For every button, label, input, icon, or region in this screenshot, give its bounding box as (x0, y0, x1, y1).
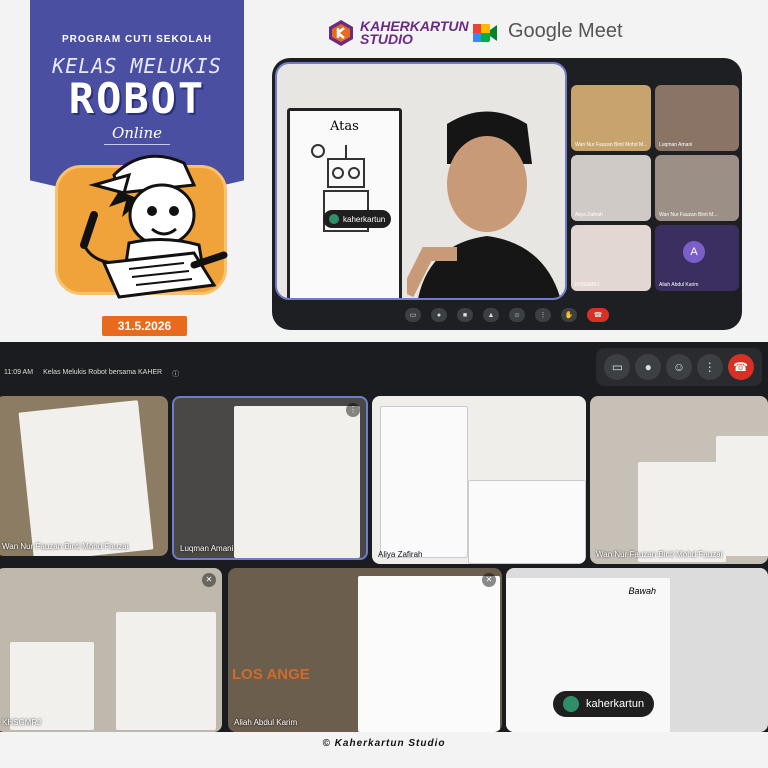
kaherkartun-logo-icon (329, 20, 353, 46)
host-name-label: kaherkartun (323, 210, 392, 228)
participant-tile[interactable]: Wan Nur Fauzan Binti Mohd M... (571, 85, 651, 151)
participant-tile[interactable]: Wan Nur Fauzan Binti Mohd Fauzai (590, 396, 768, 564)
brand-name: KAHERKARTUN STUDIO (360, 19, 469, 47)
info-icon[interactable]: ⓘ (172, 369, 179, 379)
camera-icon[interactable]: ■ (457, 308, 473, 322)
participant-tile[interactable]: LOS ANGE ✕ Aliah Abdul Karim (228, 568, 502, 732)
participant-name: Aliah Abdul Karim (659, 282, 699, 288)
meet-screenshot-bottom: 11:09 AM Kelas Melukis Robot bersama KAH… (0, 342, 768, 732)
participant-name: Luqman Amani (180, 544, 234, 553)
drawing-paper (468, 480, 586, 564)
drawing-paper (638, 462, 726, 562)
meet-control-bar: ▭ ● ■ ▲ ☺ ⋮ ✋ ☎ (272, 300, 742, 330)
emoji-icon[interactable]: ☺ (665, 354, 692, 380)
participant-name: Wan Nur Fauzan Binti Mohd Fauzai (596, 550, 723, 559)
participant-tile[interactable]: Aliya Zafirah (372, 396, 586, 564)
speaking-indicator-icon (563, 696, 579, 712)
poster-program: PROGRAM CUTI SEKOLAH (62, 34, 212, 45)
end-call-icon[interactable]: ☎ (727, 354, 754, 380)
shirt-text: LOS ANGE (232, 666, 310, 683)
mic-off-icon: ✕ (482, 573, 496, 587)
participant-name: Aliya Zafirah (575, 212, 603, 218)
present-icon[interactable]: ▲ (483, 308, 499, 322)
drawing-paper (380, 406, 468, 558)
mic-icon[interactable]: ● (431, 308, 447, 322)
end-call-icon[interactable]: ☎ (587, 308, 609, 322)
host-name: kaherkartun (586, 698, 645, 710)
participant-tile[interactable]: Aliya Zafirah (571, 155, 651, 221)
more-icon[interactable]: ⋮ (535, 308, 551, 322)
raise-hand-icon[interactable]: ✋ (561, 308, 577, 322)
notebook-page (358, 576, 500, 732)
camera-icon[interactable]: ▭ (604, 354, 631, 380)
google-meet-icon (473, 24, 497, 42)
drawing-paper (234, 406, 360, 558)
meet-control-bar: ▭ ● ☺ ⋮ ☎ (596, 348, 762, 386)
board-text: Atas (330, 119, 359, 134)
more-icon[interactable]: ⋮ (696, 354, 723, 380)
paper-word: Bawah (628, 586, 656, 596)
participant-name: Wan Nur Fauzan Binti M... (659, 212, 718, 218)
poster-subtitle: Online (111, 124, 163, 142)
meeting-time: 11:09 AM (4, 369, 34, 376)
mic-off-icon: ✕ (202, 573, 216, 587)
participant-tile[interactable]: Wan Nur Fauzan Binti Mohd Fauzai (0, 396, 168, 556)
drawing-paper (18, 400, 154, 556)
participant-tile[interactable]: A Aliah Abdul Karim (655, 225, 739, 291)
poster-title-line2: ROBOT (68, 74, 206, 123)
participant-tile[interactable]: Luqman Amani (655, 85, 739, 151)
emoji-icon[interactable]: ☺ (509, 308, 525, 322)
drawing-paper (10, 642, 94, 730)
meeting-title: Kelas Melukis Robot bersama KAHER (43, 369, 163, 376)
poster-date: 31.5.2026 (102, 316, 187, 336)
host-name-label: kaherkartun (553, 691, 655, 717)
participant-name: Wan Nur Fauzan Binti Mohd M... (575, 142, 648, 148)
drawing-paper (716, 436, 768, 556)
drawing-board: Atas (287, 108, 402, 298)
host-video-tile[interactable]: Atas kaherkartun (275, 62, 567, 300)
speaking-indicator-icon (329, 214, 339, 224)
drawing-paper (116, 612, 216, 730)
captions-icon[interactable]: ▭ (405, 308, 421, 322)
participant-tile[interactable]: Wan Nur Fauzan Binti M... (655, 155, 739, 221)
speaking-indicator-icon: ⋮ (346, 403, 360, 417)
participant-tile[interactable]: ✕ KHSGMRJ (0, 568, 222, 732)
meet-screenshot-top: Atas kaherkartun Wan Nur Fauzan Binti Mo… (272, 58, 742, 330)
participant-name: Aliya Zafirah (378, 550, 423, 559)
copyright-footer: © Kaherkartun Studio (322, 738, 446, 749)
mic-icon[interactable]: ● (635, 354, 662, 380)
host-name: kaherkartun (343, 214, 386, 224)
meeting-info-bar: 11:09 AM Kelas Melukis Robot bersama KAH… (0, 369, 179, 379)
cartoon-boy-drawing-icon (80, 154, 228, 299)
participant-tile[interactable]: ⋮ Luqman Amani (172, 396, 368, 560)
participant-name: KHSGMRJ (575, 282, 600, 288)
robot-sketch-icon (311, 144, 369, 232)
host-person-icon (407, 111, 561, 298)
participant-avatar: A (683, 241, 705, 263)
brand-line2: STUDIO (360, 31, 413, 47)
participant-name: Wan Nur Fauzan Binti Mohd Fauzai (2, 542, 129, 551)
participant-name: Aliah Abdul Karim (234, 718, 298, 727)
participant-name: KHSGMRJ (2, 718, 42, 727)
google-meet-title: Google Meet (508, 20, 623, 42)
participant-name: Luqman Amani (659, 142, 693, 148)
participant-tile[interactable]: KHSGMRJ (571, 225, 651, 291)
